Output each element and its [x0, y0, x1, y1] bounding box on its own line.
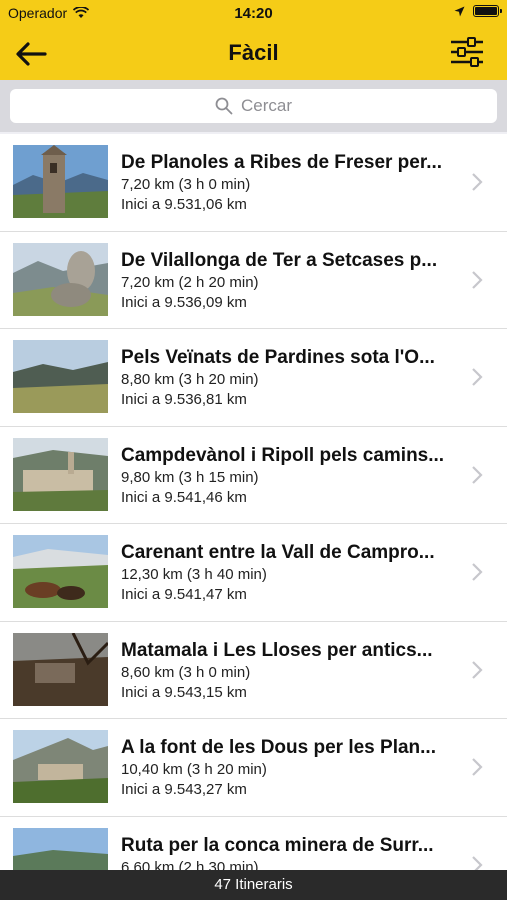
list-item[interactable]: Matamala i Les Lloses per antics... 8,60…	[0, 621, 507, 719]
route-thumbnail	[13, 242, 108, 316]
route-start: Inici a 9.543,15 km	[121, 683, 247, 701]
route-distance: 7,20 km (3 h 0 min)	[121, 176, 251, 193]
status-bar: Operador 14:20	[0, 0, 507, 28]
route-distance: 9,80 km (3 h 15 min)	[121, 468, 259, 486]
list-item[interactable]: Pels Veïnats de Pardines sota l'O... 8,8…	[0, 329, 507, 427]
route-title: De Planoles a Ribes de Freser per...	[121, 152, 443, 173]
route-thumbnail	[13, 145, 108, 218]
route-start: Inici a 9.541,46 km	[121, 488, 247, 506]
battery-icon	[473, 5, 502, 17]
search-input[interactable]: Cercar	[10, 89, 497, 123]
route-distance: 6,60 km (2 h 30 min)	[121, 858, 259, 871]
list-item[interactable]: A la font de les Dous per les Plan... 10…	[0, 719, 507, 817]
chevron-right-icon	[472, 660, 483, 679]
route-thumbnail	[13, 437, 108, 511]
search-placeholder: Cercar	[240, 96, 292, 115]
chevron-right-icon	[472, 758, 483, 776]
chevron-right-icon	[472, 173, 483, 191]
footer-count-bar: 47 Itineraris	[0, 870, 507, 900]
route-title: De Vilallonga de Ter a Setcases p...	[121, 249, 438, 271]
status-right	[454, 5, 502, 17]
search-icon	[215, 97, 233, 115]
route-start: Inici a 9.536,09 km	[121, 293, 247, 311]
navigation-bar: Fàcil	[0, 28, 507, 80]
route-thumbnail	[13, 827, 108, 870]
list-item[interactable]: Campdevànol i Ripoll pels camins... 9,80…	[0, 426, 507, 524]
route-title: A la font de les Dous per les Plan...	[121, 737, 436, 758]
list-item[interactable]: De Planoles a Ribes de Freser per... 7,2…	[0, 134, 507, 232]
route-distance: 7,20 km (2 h 20 min)	[121, 273, 259, 291]
chevron-right-icon	[472, 270, 483, 289]
route-distance: 12,30 km (3 h 40 min)	[121, 566, 267, 583]
route-thumbnail	[13, 535, 108, 608]
route-title: Carenant entre la Vall de Campro...	[121, 542, 435, 563]
route-title: Campdevànol i Ripoll pels camins...	[121, 444, 445, 466]
list-item[interactable]: Ruta per la conca minera de Surr... 6,60…	[0, 816, 507, 871]
route-thumbnail	[13, 632, 108, 706]
route-title: Pels Veïnats de Pardines sota l'O...	[121, 347, 435, 368]
chevron-right-icon	[472, 563, 483, 581]
list-item[interactable]: Carenant entre la Vall de Campro... 12,3…	[0, 524, 507, 622]
chevron-right-icon	[472, 368, 483, 386]
route-title: Ruta per la conca minera de Surr...	[121, 834, 434, 856]
sliders-icon	[451, 37, 483, 67]
clock: 14:20	[234, 5, 273, 22]
location-arrow-icon	[454, 6, 465, 16]
route-distance: 10,40 km (3 h 20 min)	[121, 761, 267, 778]
route-list[interactable]: De Planoles a Ribes de Freser per... 7,2…	[0, 134, 507, 870]
route-start: Inici a 9.543,27 km	[121, 781, 247, 798]
route-distance: 8,80 km (3 h 20 min)	[121, 371, 259, 388]
list-item[interactable]: De Vilallonga de Ter a Setcases p... 7,2…	[0, 231, 507, 329]
page-title: Fàcil	[228, 40, 279, 65]
route-thumbnail	[13, 730, 108, 803]
chevron-right-icon	[472, 465, 483, 484]
route-start: Inici a 9.531,06 km	[121, 196, 247, 213]
route-distance: 8,60 km (3 h 0 min)	[121, 663, 251, 681]
route-thumbnail	[13, 340, 108, 413]
route-start: Inici a 9.541,47 km	[121, 586, 247, 603]
search-bar-container: Cercar	[0, 80, 507, 132]
filter-button[interactable]	[449, 34, 485, 70]
route-title: Matamala i Les Lloses per antics...	[121, 639, 433, 661]
chevron-right-icon	[472, 855, 483, 870]
route-start: Inici a 9.536,81 km	[121, 391, 247, 408]
